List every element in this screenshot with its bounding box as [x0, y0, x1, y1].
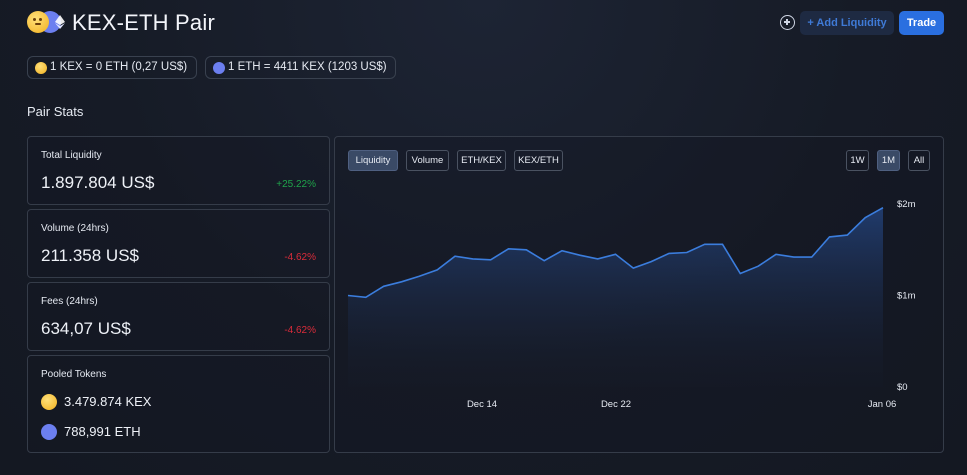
stat-value: 211.358 US$ [41, 246, 139, 265]
pooled-eth-row: 788,991 ETH [41, 423, 141, 441]
pooled-kex-amount: 3.479.874 KEX [64, 394, 152, 409]
volume-card: Volume (24hrs) 211.358 US$ -4.62% [27, 209, 330, 278]
eth-token-icon [213, 62, 225, 74]
stat-change: -4.62% [284, 325, 316, 336]
kex-token-icon [35, 62, 47, 74]
kex-token-icon [27, 11, 49, 33]
y-tick-label: $1m [897, 291, 916, 302]
rate-text: 1 ETH = 4411 KEX (1203 US$) [228, 61, 387, 73]
header: KEX-ETH Pair + Add Liquidity Trade [27, 8, 944, 38]
pooled-eth-amount: 788,991 ETH [64, 424, 141, 439]
total-liquidity-card: Total Liquidity 1.897.804 US$ +25.22% [27, 136, 330, 205]
rate-kex-eth[interactable]: 1 KEX = 0 ETH (0,27 US$) [27, 56, 197, 79]
stat-change: +25.22% [276, 179, 316, 190]
stat-label: Total Liquidity [41, 150, 102, 161]
pair-token-icons [27, 11, 65, 35]
liquidity-area [348, 207, 883, 387]
liquidity-chart[interactable]: $2m $1m $0 Dec 14 Dec 22 Jan 06 [335, 137, 943, 452]
page-title: KEX-ETH Pair [72, 10, 215, 35]
stat-label: Volume (24hrs) [41, 223, 109, 234]
rate-eth-kex[interactable]: 1 ETH = 4411 KEX (1203 US$) [205, 56, 396, 79]
x-tick-label: Jan 06 [868, 399, 897, 410]
pooled-tokens-card: Pooled Tokens 3.479.874 KEX 788,991 ETH [27, 355, 330, 453]
stat-value: 634,07 US$ [41, 319, 131, 338]
x-tick-label: Dec 14 [467, 399, 497, 410]
add-circle-icon[interactable] [780, 15, 795, 30]
stat-label: Fees (24hrs) [41, 296, 98, 307]
stat-label: Pooled Tokens [41, 369, 107, 380]
chart-card: Liquidity Volume ETH/KEX KEX/ETH 1W 1M A… [334, 136, 944, 453]
pooled-kex-row: 3.479.874 KEX [41, 393, 151, 411]
section-title: Pair Stats [27, 104, 84, 119]
stat-change: -4.62% [284, 252, 316, 263]
stat-value: 1.897.804 US$ [41, 173, 155, 192]
trade-button[interactable]: Trade [899, 11, 944, 35]
x-tick-label: Dec 22 [601, 399, 631, 410]
rate-text: 1 KEX = 0 ETH (0,27 US$) [50, 61, 188, 73]
kex-token-icon [41, 394, 57, 410]
fees-card: Fees (24hrs) 634,07 US$ -4.62% [27, 282, 330, 351]
y-tick-label: $0 [897, 382, 908, 393]
y-tick-label: $2m [897, 199, 916, 210]
eth-token-icon [41, 424, 57, 440]
add-liquidity-button[interactable]: + Add Liquidity [800, 11, 894, 35]
